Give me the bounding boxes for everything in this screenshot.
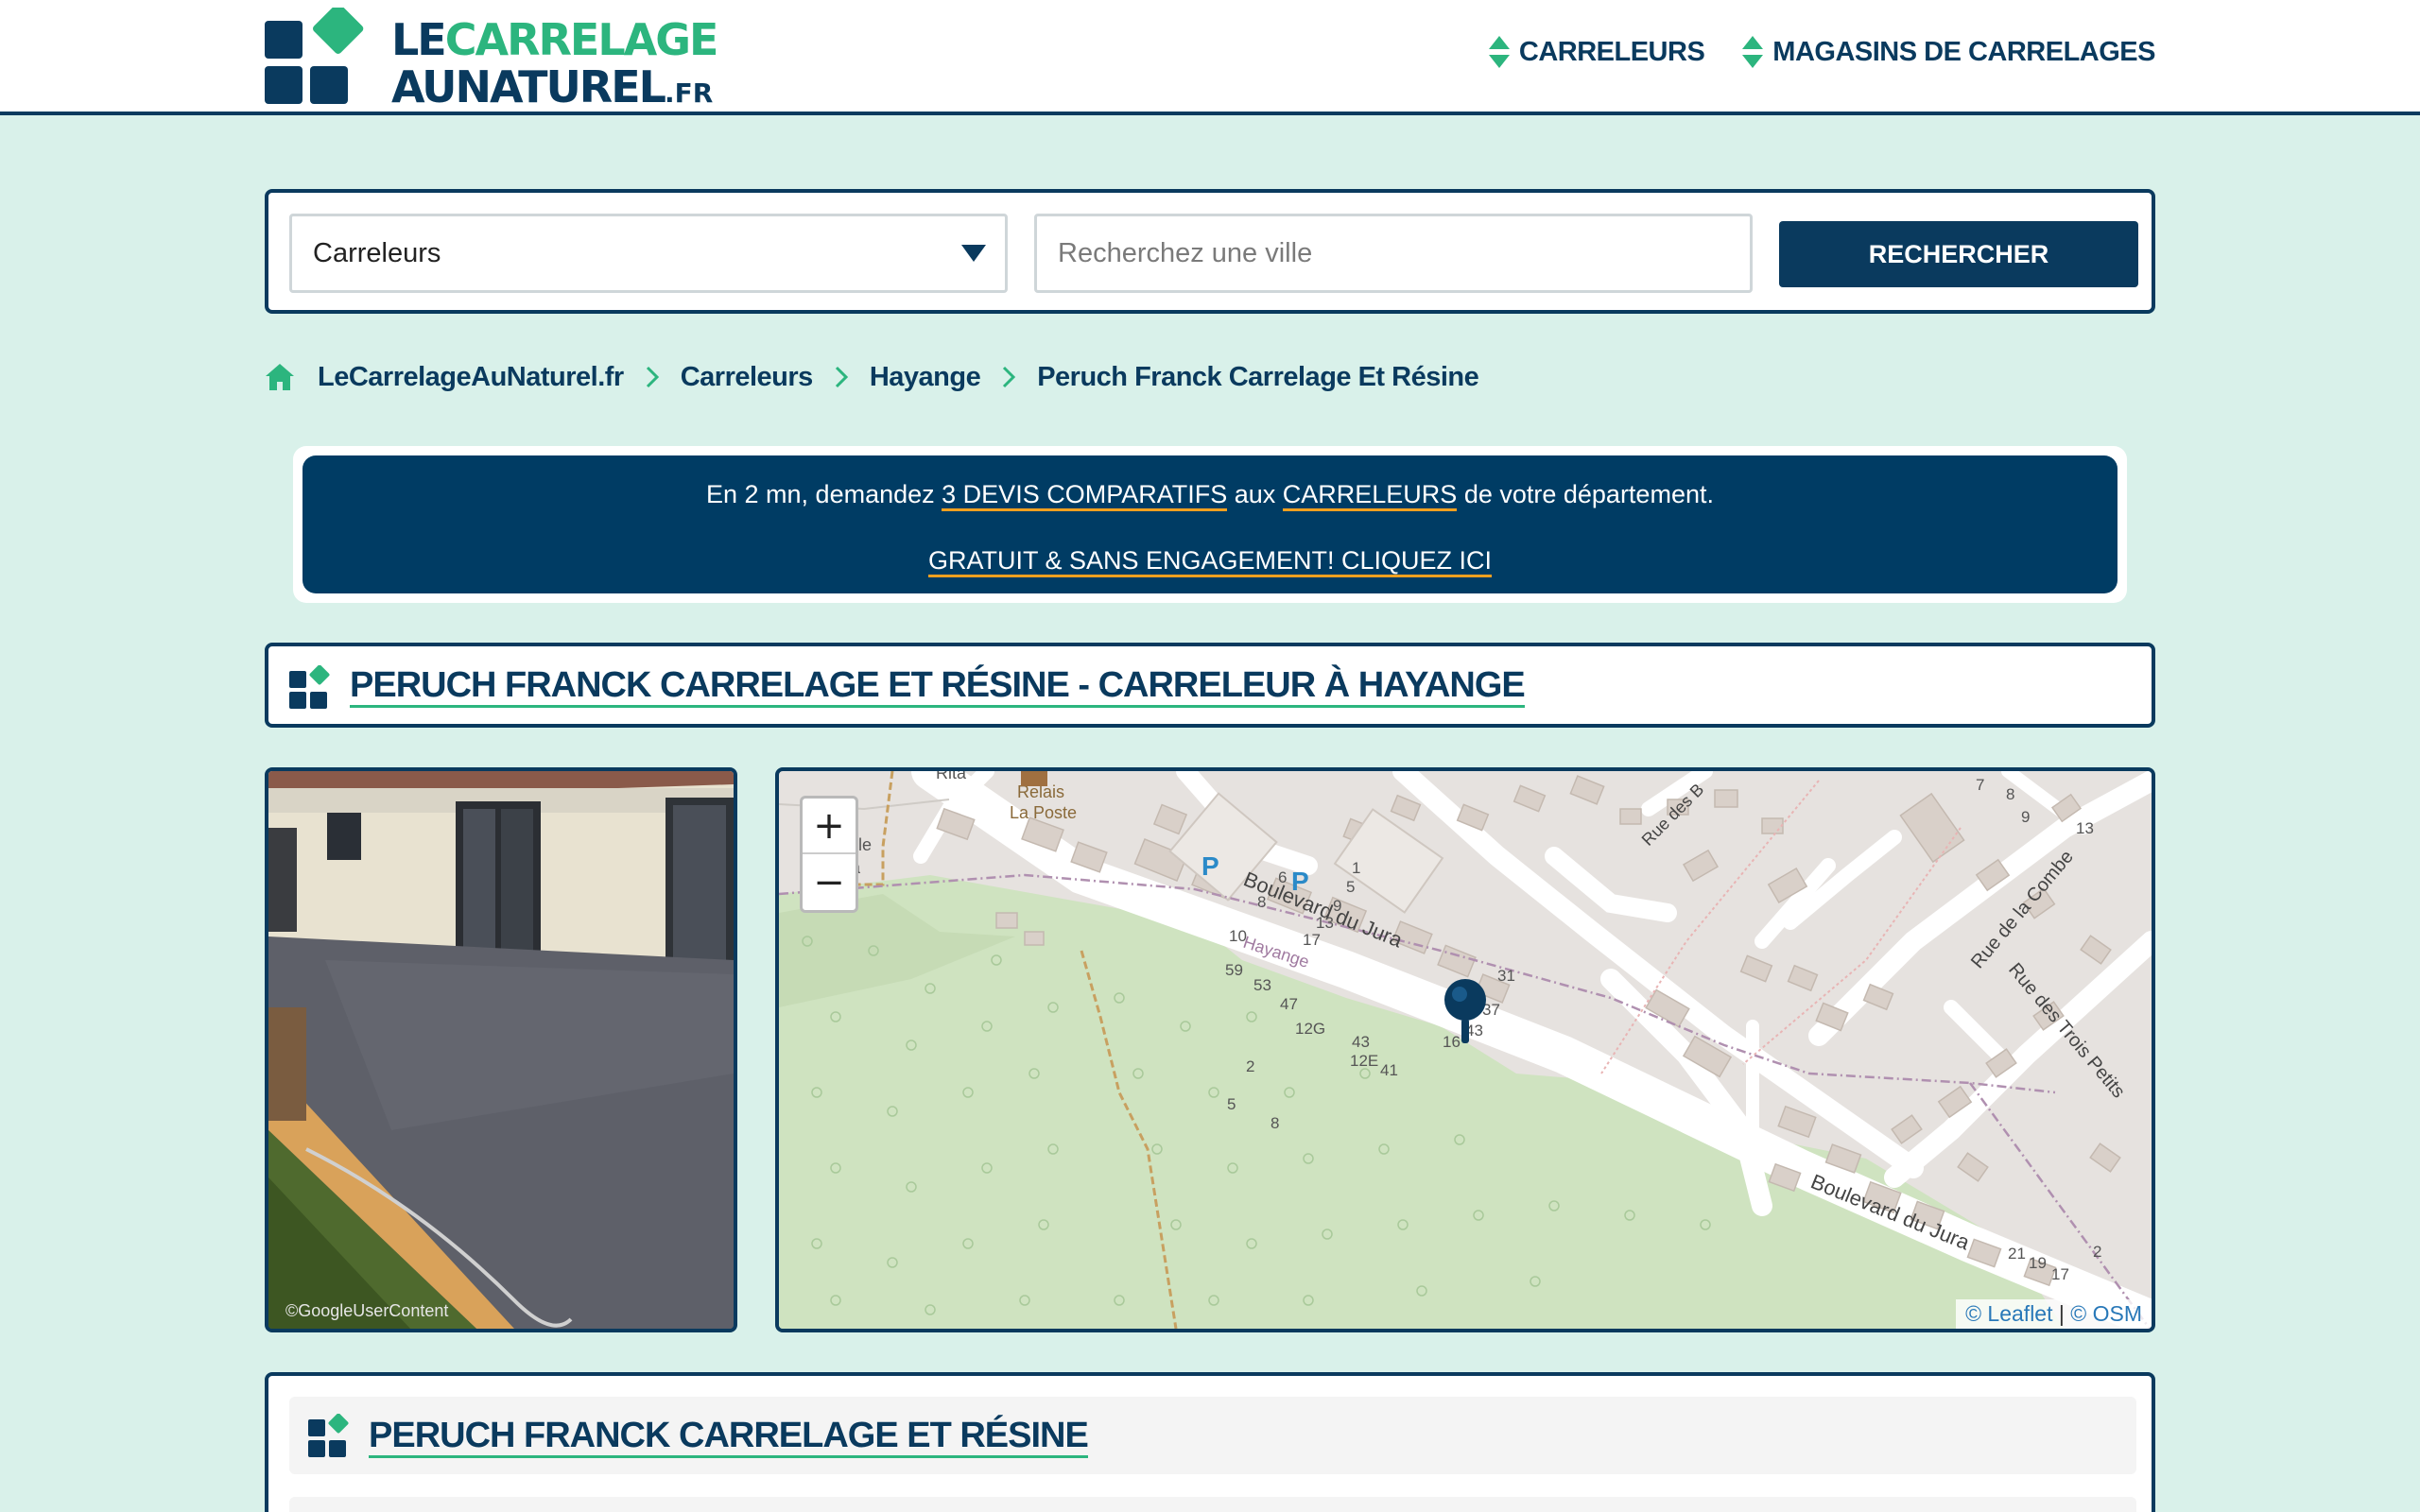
carreleurs-link[interactable]: CARRELEURS — [1282, 480, 1458, 511]
logo-tiles-icon — [265, 3, 364, 104]
quote-banner[interactable]: En 2 mn, demandez 3 DEVIS COMPARATIFS au… — [302, 455, 2118, 593]
house-number: 13 — [2076, 819, 2094, 837]
house-number: 17 — [2051, 1265, 2069, 1283]
map-label-laposte: La Poste — [1010, 803, 1077, 822]
breadcrumb-hayange[interactable]: Hayange — [870, 362, 981, 393]
house-number: 17 — [1303, 931, 1321, 949]
house-number: 8 — [1270, 1114, 1279, 1132]
zoom-in-button[interactable]: + — [803, 799, 856, 854]
sort-arrows-icon — [1488, 36, 1510, 68]
house-number: 41 — [1380, 1061, 1398, 1079]
parking-icon: P — [1291, 867, 1309, 896]
house-number: 19 — [2029, 1254, 2047, 1272]
city-search-input[interactable] — [1034, 214, 1753, 293]
page-title: PERUCH FRANCK CARRELAGE ET RÉSINE - CARR… — [350, 665, 1526, 708]
patio-photo-illustration — [268, 771, 734, 1329]
caret-down-icon — [961, 245, 986, 262]
devis-link[interactable]: 3 DEVIS COMPARATIFS — [942, 480, 1228, 511]
nav-label: CARRELEURS — [1518, 36, 1705, 67]
nav-label: MAGASINS DE CARRELAGES — [1772, 36, 2155, 67]
house-number: 31 — [1497, 967, 1515, 985]
house-number: 8 — [2006, 785, 2014, 803]
house-number: 21 — [2008, 1245, 2026, 1263]
chevron-right-icon — [835, 366, 848, 388]
house-number: 2 — [2093, 1243, 2101, 1261]
house-number: 10 — [1229, 927, 1247, 945]
nav-carreleurs[interactable]: CARRELEURS — [1488, 36, 1705, 68]
osm-link[interactable]: © OSM — [2070, 1301, 2142, 1326]
breadcrumb-current: Peruch Franck Carrelage Et Résine — [1037, 361, 1479, 392]
business-details-section: PERUCH FRANCK CARRELAGE ET RÉSINE — [265, 1372, 2155, 1512]
site-header: LECARRELAGE AUNATUREL.FR CARRELEURS MAGA… — [0, 0, 2420, 115]
parking-icon: P — [1201, 851, 1219, 881]
tiles-icon — [308, 1414, 349, 1457]
search-button[interactable]: RECHERCHER — [1779, 221, 2138, 287]
house-number: 8 — [1257, 893, 1266, 911]
house-number: 5 — [1227, 1095, 1236, 1113]
banner-text: En 2 mn, demandez 3 DEVIS COMPARATIFS au… — [302, 480, 2118, 511]
photo-credit: ©GoogleUserContent — [285, 1301, 449, 1320]
chevron-right-icon — [1003, 366, 1016, 388]
house-number: 7 — [1976, 776, 1984, 794]
site-logo[interactable]: LECARRELAGE AUNATUREL.FR — [263, 3, 718, 110]
section-header: PERUCH FRANCK CARRELAGE ET RÉSINE — [289, 1397, 2136, 1474]
post-office-icon — [1021, 771, 1047, 786]
quote-banner-frame: En 2 mn, demandez 3 DEVIS COMPARATIFS au… — [293, 446, 2127, 603]
search-form: Carreleurs RECHERCHER — [265, 189, 2155, 314]
breadcrumb: LeCarrelageAuNaturel.fr Carreleurs Hayan… — [265, 357, 1479, 397]
section-content-row — [289, 1497, 2136, 1512]
house-number: 1 — [1352, 859, 1360, 877]
house-number: 5 — [1346, 878, 1355, 896]
breadcrumb-carreleurs[interactable]: Carreleurs — [681, 362, 814, 393]
logo-wordmark: LECARRELAGE AUNATUREL.FR — [391, 14, 718, 112]
map-label-rita: Rita — [936, 771, 967, 782]
business-photo: ©GoogleUserContent — [265, 767, 737, 1332]
sort-arrows-icon — [1742, 36, 1764, 68]
zoom-out-button[interactable]: − — [803, 854, 856, 910]
house-number: 47 — [1280, 995, 1298, 1013]
house-number: 16 — [1443, 1033, 1461, 1051]
house-number: 13 — [1316, 914, 1334, 932]
breadcrumb-home[interactable]: LeCarrelageAuNaturel.fr — [318, 362, 624, 393]
section-title: PERUCH FRANCK CARRELAGE ET RÉSINE — [369, 1416, 1089, 1458]
house-number: 2 — [1246, 1057, 1254, 1075]
cta-link[interactable]: GRATUIT & SANS ENGAGEMENT! CLIQUEZ ICI — [927, 546, 1493, 577]
leaflet-link[interactable]: © Leaflet — [1965, 1301, 2052, 1326]
map-zoom-control: + − — [800, 796, 858, 913]
category-select[interactable]: Carreleurs — [289, 214, 1008, 293]
main-nav: CARRELEURS MAGASINS DE CARRELAGES — [1488, 36, 2155, 68]
house-number: 12G — [1295, 1020, 1325, 1038]
house-number: 43 — [1352, 1033, 1370, 1051]
house-number: 53 — [1253, 976, 1271, 994]
page-title-box: PERUCH FRANCK CARRELAGE ET RÉSINE - CARR… — [265, 643, 2155, 728]
category-selected-value: Carreleurs — [313, 238, 441, 268]
home-icon[interactable] — [265, 363, 295, 391]
map-tiles: Rita Relais La Poste le nelle ura Boulev… — [779, 771, 2152, 1329]
chevron-right-icon — [646, 366, 659, 388]
house-number: 6 — [1278, 868, 1287, 886]
house-number: 9 — [1333, 897, 1341, 915]
map-attribution: © Leaflet | © OSM — [1956, 1299, 2152, 1329]
house-number: 59 — [1225, 961, 1243, 979]
house-number: 9 — [2021, 808, 2030, 826]
house-number: 12E — [1350, 1052, 1378, 1070]
nav-magasins[interactable]: MAGASINS DE CARRELAGES — [1742, 36, 2155, 68]
location-map[interactable]: Rita Relais La Poste le nelle ura Boulev… — [775, 767, 2155, 1332]
tiles-icon — [289, 665, 330, 709]
